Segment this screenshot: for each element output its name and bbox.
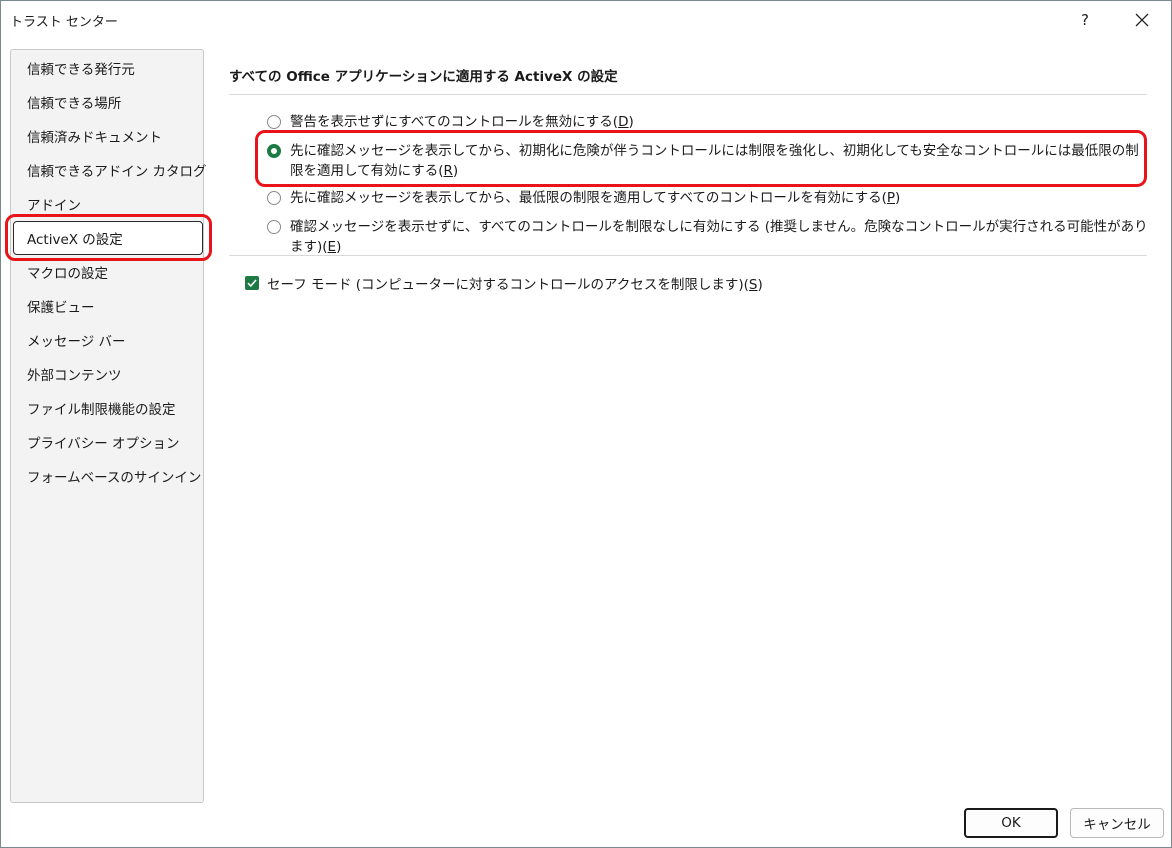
safe-mode-label: セーフ モード (コンピューターに対するコントロールのアクセスを制限します)(S… <box>267 277 763 293</box>
sidebar-item-message-bar[interactable]: メッセージ バー <box>11 323 203 357</box>
title-bar: トラスト センター ? <box>1 1 1171 39</box>
sidebar-item-activex-settings[interactable]: ActiveX の設定 <box>13 221 203 255</box>
sidebar-item-trusted-publishers[interactable]: 信頼できる発行元 <box>11 51 203 85</box>
sidebar-item-addins[interactable]: アドイン <box>11 187 203 221</box>
checkmark-icon <box>247 279 257 288</box>
radio-option-prompt-restrict[interactable]: 先に確認メッセージを表示してから、初期化に危険が伴うコントロールには制限を強化し… <box>267 141 1147 181</box>
radio-label: 先に確認メッセージを表示してから、最低限の制限を適用してすべてのコントロールを有… <box>290 190 901 206</box>
close-button[interactable] <box>1119 1 1165 39</box>
trust-center-dialog: トラスト センター ? 信頼できる発行元 信頼できる場所 信頼済みドキュメント … <box>0 0 1172 848</box>
sidebar-item-label: ファイル制限機能の設定 <box>27 402 176 418</box>
sidebar-item-label: ActiveX の設定 <box>27 232 123 248</box>
sidebar-item-protected-view[interactable]: 保護ビュー <box>11 289 203 323</box>
sidebar-item-external-content[interactable]: 外部コンテンツ <box>11 357 203 391</box>
window-title: トラスト センター <box>10 15 118 30</box>
sidebar-item-label: 信頼できる場所 <box>27 96 122 112</box>
radio-option-prompt-minimal[interactable]: 先に確認メッセージを表示してから、最低限の制限を適用してすべてのコントロールを有… <box>267 188 900 208</box>
sidebar-item-form-based-sign-in[interactable]: フォームベースのサインイン <box>11 459 203 493</box>
sidebar: 信頼できる発行元 信頼できる場所 信頼済みドキュメント 信頼できるアドイン カタ… <box>10 49 207 803</box>
radio-option-enable-all[interactable]: 確認メッセージを表示せずに、すべてのコントロールを制限なしに有効にする (推奨し… <box>267 217 1149 257</box>
sidebar-item-label: マクロの設定 <box>27 266 108 282</box>
sidebar-item-label: 信頼できる発行元 <box>27 62 135 78</box>
safe-mode-checkbox[interactable] <box>245 276 259 290</box>
radio-label: 確認メッセージを表示せずに、すべてのコントロールを制限なしに有効にする (推奨し… <box>290 219 1148 255</box>
sidebar-item-label: メッセージ バー <box>27 334 126 350</box>
sidebar-item-label: 保護ビュー <box>27 300 95 316</box>
radio-label: 先に確認メッセージを表示してから、初期化に危険が伴うコントロールには制限を強化し… <box>290 143 1139 179</box>
section-title: すべての Office アプリケーションに適用する ActiveX の設定 <box>229 69 618 85</box>
sidebar-item-file-block-settings[interactable]: ファイル制限機能の設定 <box>11 391 203 425</box>
sidebar-item-label: プライバシー オプション <box>27 436 180 452</box>
options-divider <box>229 255 1147 256</box>
close-icon <box>1135 13 1149 27</box>
sidebar-item-macro-settings[interactable]: マクロの設定 <box>11 255 203 289</box>
sidebar-item-trusted-documents[interactable]: 信頼済みドキュメント <box>11 119 203 153</box>
radio-button[interactable] <box>267 220 281 234</box>
sidebar-item-label: フォームベースのサインイン <box>27 470 202 486</box>
cancel-button[interactable]: キャンセル <box>1070 808 1164 838</box>
sidebar-item-trusted-addin-catalogs[interactable]: 信頼できるアドイン カタログ <box>11 153 207 187</box>
safe-mode-checkbox-row[interactable]: セーフ モード (コンピューターに対するコントロールのアクセスを制限します)(S… <box>245 273 763 293</box>
radio-button[interactable] <box>267 191 281 205</box>
sidebar-item-label: 信頼済みドキュメント <box>27 130 162 146</box>
radio-option-disable-all[interactable]: 警告を表示せずにすべてのコントロールを無効にする(D) <box>267 112 634 132</box>
help-button[interactable]: ? <box>1062 1 1108 39</box>
radio-button[interactable] <box>267 115 281 129</box>
radio-button-selected[interactable] <box>267 144 281 158</box>
sidebar-item-privacy-options[interactable]: プライバシー オプション <box>11 425 203 459</box>
section-divider <box>229 94 1147 95</box>
sidebar-item-label: アドイン <box>27 198 81 214</box>
sidebar-item-trusted-locations[interactable]: 信頼できる場所 <box>11 85 203 119</box>
ok-button[interactable]: OK <box>964 808 1058 838</box>
sidebar-item-label: 外部コンテンツ <box>27 368 122 384</box>
help-icon: ? <box>1081 11 1089 29</box>
sidebar-item-label: 信頼できるアドイン カタログ <box>27 164 207 180</box>
radio-label: 警告を表示せずにすべてのコントロールを無効にする(D) <box>290 114 634 130</box>
